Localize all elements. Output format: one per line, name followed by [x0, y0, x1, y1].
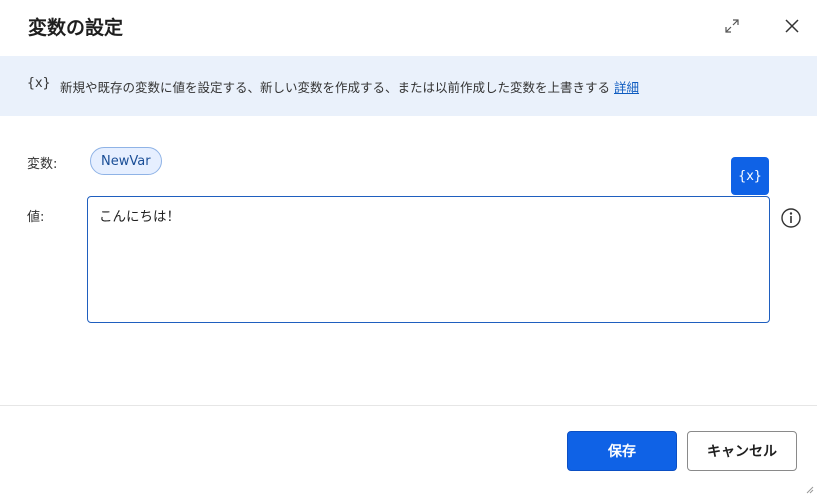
insert-variable-button[interactable]: {x}	[731, 157, 769, 195]
close-icon[interactable]	[781, 15, 803, 37]
value-input[interactable]: こんにちは！	[87, 196, 770, 323]
dialog-title: 変数の設定	[28, 17, 124, 39]
set-variable-dialog: 変数の設定 {x} 新規や既存の変数に値を設定する、新しい変数を作成する、または…	[0, 0, 817, 494]
resize-grip-icon[interactable]	[804, 479, 814, 494]
banner-description: 新規や既存の変数に値を設定する、新しい変数を作成する、または以前作成した変数を上…	[60, 77, 639, 96]
save-button[interactable]: 保存	[567, 431, 677, 471]
variable-label: 変数:	[27, 157, 58, 172]
variable-icon: {x}	[27, 76, 51, 91]
info-banner: {x} 新規や既存の変数に値を設定する、新しい変数を作成する、または以前作成した…	[0, 56, 817, 116]
learn-more-link[interactable]: 詳細	[614, 80, 639, 95]
variable-name-chip[interactable]: NewVar	[90, 147, 162, 175]
footer-divider	[0, 405, 817, 406]
expand-icon[interactable]	[722, 16, 742, 36]
value-label: 値:	[27, 210, 45, 225]
banner-text: 新規や既存の変数に値を設定する、新しい変数を作成する、または以前作成した変数を上…	[60, 80, 611, 95]
info-icon[interactable]	[780, 207, 802, 229]
cancel-button[interactable]: キャンセル	[687, 431, 797, 471]
